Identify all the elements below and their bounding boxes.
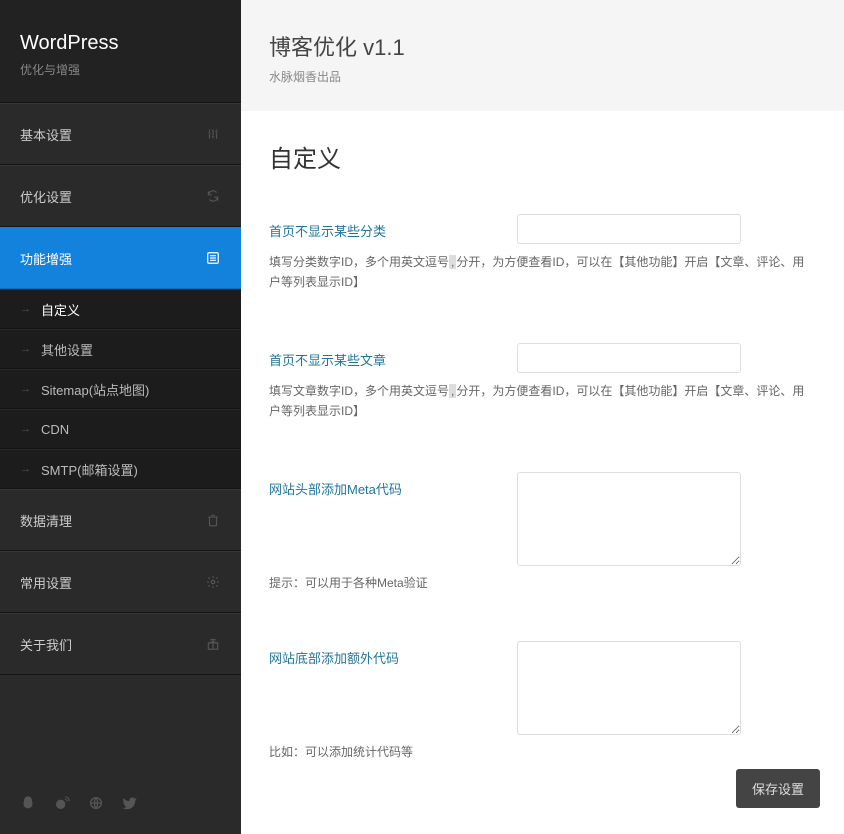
- subnav-item-sitemap[interactable]: → Sitemap(站点地图): [0, 369, 241, 409]
- main-header: 博客优化 v1.1 水脉烟香出品: [241, 0, 844, 111]
- subnav-item-custom[interactable]: → 自定义: [0, 289, 241, 329]
- nav-label: 优化设置: [20, 187, 72, 206]
- nav-label: 功能增强: [20, 249, 72, 268]
- textarea-footer-code[interactable]: [517, 641, 741, 735]
- subnav-label: 其他设置: [41, 340, 93, 359]
- arrow-icon: →: [20, 463, 31, 475]
- form-row-meta: 网站头部添加Meta代码: [269, 472, 816, 566]
- sidebar-header: WordPress 优化与增强: [0, 0, 241, 103]
- gear-icon: [205, 574, 221, 590]
- gift-icon: [205, 636, 221, 652]
- subnav-item-smtp[interactable]: → SMTP(邮箱设置): [0, 449, 241, 489]
- nav-item-enhance[interactable]: 功能增强: [0, 227, 241, 289]
- nav-label: 关于我们: [20, 635, 72, 654]
- nav-item-common[interactable]: 常用设置: [0, 551, 241, 613]
- subnav: → 自定义 → 其他设置 → Sitemap(站点地图) → CDN → SMT…: [0, 289, 241, 489]
- input-hide-posts[interactable]: [517, 343, 741, 373]
- sidebar: WordPress 优化与增强 基本设置 优化设置 功能增强 → 自定义: [0, 0, 241, 834]
- form-row-categories: 首页不显示某些分类: [269, 214, 816, 244]
- save-button[interactable]: 保存设置: [736, 769, 820, 808]
- nav-label: 常用设置: [20, 573, 72, 592]
- sidebar-subtitle: 优化与增强: [20, 61, 221, 78]
- help-hide-categories: 填写分类数字ID，多个用英文逗号,分开，为方便查看ID，可以在【其他功能】开启【…: [269, 252, 816, 293]
- twitter-icon[interactable]: [122, 795, 138, 816]
- subnav-label: Sitemap(站点地图): [41, 380, 149, 399]
- panel-title: 自定义: [269, 139, 816, 174]
- subnav-label: 自定义: [41, 300, 80, 319]
- form-row-footer: 网站底部添加额外代码: [269, 641, 816, 735]
- link-icon[interactable]: [88, 795, 104, 816]
- label-hide-posts: 首页不显示某些文章: [269, 343, 517, 369]
- sidebar-title: WordPress: [20, 32, 221, 55]
- arrow-icon: →: [20, 303, 31, 315]
- nav-item-cleanup[interactable]: 数据清理: [0, 489, 241, 551]
- nav-label: 基本设置: [20, 125, 72, 144]
- help-hide-posts: 填写文章数字ID，多个用英文逗号,分开，为方便查看ID，可以在【其他功能】开启【…: [269, 381, 816, 422]
- label-hide-categories: 首页不显示某些分类: [269, 214, 517, 240]
- page-title: 博客优化 v1.1: [269, 30, 816, 62]
- sliders-icon: [205, 126, 221, 142]
- subnav-label: SMTP(邮箱设置): [41, 460, 138, 479]
- weibo-icon[interactable]: [54, 795, 70, 816]
- nav-item-basic[interactable]: 基本设置: [0, 103, 241, 165]
- subnav-item-cdn[interactable]: → CDN: [0, 409, 241, 449]
- page-subtitle: 水脉烟香出品: [269, 68, 816, 85]
- arrow-icon: →: [20, 423, 31, 435]
- qq-icon[interactable]: [20, 795, 36, 816]
- refresh-icon: [205, 188, 221, 204]
- arrow-icon: →: [20, 383, 31, 395]
- help-footer-code: 比如：可以添加统计代码等: [269, 743, 816, 760]
- nav-label: 数据清理: [20, 511, 72, 530]
- textarea-meta-code[interactable]: [517, 472, 741, 566]
- input-hide-categories[interactable]: [517, 214, 741, 244]
- main: 博客优化 v1.1 水脉烟香出品 自定义 首页不显示某些分类 填写分类数字ID，…: [241, 0, 844, 834]
- label-footer-code: 网站底部添加额外代码: [269, 641, 517, 667]
- label-meta-code: 网站头部添加Meta代码: [269, 472, 517, 498]
- form-row-posts: 首页不显示某些文章: [269, 343, 816, 373]
- nav-item-optimize[interactable]: 优化设置: [0, 165, 241, 227]
- trash-icon: [205, 512, 221, 528]
- nav-item-about[interactable]: 关于我们: [0, 613, 241, 675]
- sidebar-nav: 基本设置 优化设置 功能增强 → 自定义 → 其他设置: [0, 103, 241, 777]
- subnav-item-other[interactable]: → 其他设置: [0, 329, 241, 369]
- arrow-icon: →: [20, 343, 31, 355]
- list-icon: [205, 250, 221, 266]
- help-meta-code: 提示：可以用于各种Meta验证: [269, 574, 816, 591]
- sidebar-footer: [0, 777, 241, 834]
- panel: 自定义 首页不显示某些分类 填写分类数字ID，多个用英文逗号,分开，为方便查看I…: [241, 111, 844, 834]
- subnav-label: CDN: [41, 422, 69, 437]
